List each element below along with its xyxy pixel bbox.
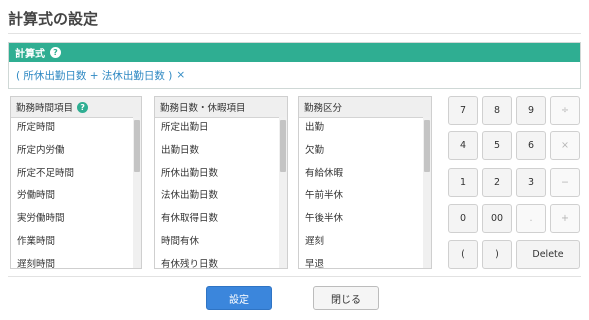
list-item[interactable]: 所休出勤日数: [155, 163, 279, 186]
close-button[interactable]: 閉じる: [313, 286, 379, 310]
list-item[interactable]: 欠勤: [299, 140, 423, 163]
key-divide[interactable]: ÷: [550, 96, 580, 125]
list-item[interactable]: 所定内労働: [11, 140, 133, 163]
scrollbar[interactable]: [423, 117, 431, 268]
list-item[interactable]: 法休出勤日数: [155, 185, 279, 208]
key-minus[interactable]: −: [550, 168, 580, 197]
divider: [8, 33, 581, 34]
formula-expression: ( 所休出勤日数 + 法休出勤日数 ): [16, 69, 173, 82]
formula-header-label: 計算式: [15, 49, 45, 60]
formula-header: 計算式 ?: [9, 43, 580, 62]
key-0[interactable]: 0: [448, 204, 478, 233]
work-category-list: 勤務区分 出勤 欠勤 有給休暇 午前半休 午後半休 遅刻 早退: [298, 96, 432, 269]
list-item[interactable]: 有休残り日数: [155, 254, 279, 268]
scrollbar-thumb[interactable]: [134, 120, 140, 172]
scrollbar-thumb[interactable]: [280, 120, 286, 172]
list-item[interactable]: 有休取得日数: [155, 208, 279, 231]
list-item[interactable]: 有給休暇: [299, 163, 423, 186]
key-7[interactable]: 7: [448, 96, 478, 125]
scrollbar-thumb[interactable]: [424, 120, 430, 172]
page-title: 計算式の設定: [8, 10, 99, 28]
key-00[interactable]: 00: [482, 204, 512, 233]
list-header: 勤務区分: [299, 97, 431, 118]
list-item[interactable]: 時間有休: [155, 231, 279, 254]
key-5[interactable]: 5: [482, 131, 512, 160]
list-item[interactable]: 出勤: [299, 117, 423, 140]
work-days-leave-items-list: 勤務日数・休暇項目 所定出勤日 出勤日数 所休出勤日数 法休出勤日数 有休取得日…: [154, 96, 288, 269]
key-right-paren[interactable]: ): [482, 240, 512, 269]
key-multiply[interactable]: ×: [550, 131, 580, 160]
list-header: 勤務時間項目 ?: [11, 97, 141, 118]
list-item[interactable]: 午前半休: [299, 185, 423, 208]
key-8[interactable]: 8: [482, 96, 512, 125]
list-header-label: 勤務区分: [304, 103, 343, 114]
list-item[interactable]: 労働時間: [11, 185, 133, 208]
key-9[interactable]: 9: [516, 96, 546, 125]
key-decimal[interactable]: .: [516, 204, 546, 233]
scrollbar[interactable]: [279, 117, 287, 268]
key-6[interactable]: 6: [516, 131, 546, 160]
scrollbar[interactable]: [133, 117, 141, 268]
delete-button[interactable]: Delete: [516, 240, 580, 269]
set-button[interactable]: 設定: [206, 286, 272, 310]
list-header-label: 勤務日数・休暇項目: [160, 103, 246, 114]
key-1[interactable]: 1: [448, 168, 478, 197]
list-item[interactable]: 遅刻: [299, 231, 423, 254]
list-item[interactable]: 遅刻時間: [11, 254, 133, 268]
list-item[interactable]: 早退: [299, 254, 423, 268]
list-item[interactable]: 作業時間: [11, 231, 133, 254]
clear-formula-icon[interactable]: ×: [176, 69, 185, 81]
list-item[interactable]: 所定出勤日: [155, 117, 279, 140]
list-item[interactable]: 実労働時間: [11, 208, 133, 231]
formula-panel: 計算式 ? ( 所休出勤日数 + 法休出勤日数 ) ×: [8, 42, 581, 89]
key-3[interactable]: 3: [516, 168, 546, 197]
list-item[interactable]: 所定時間: [11, 117, 133, 140]
list-item[interactable]: 出勤日数: [155, 140, 279, 163]
help-icon[interactable]: ?: [50, 47, 61, 58]
key-4[interactable]: 4: [448, 131, 478, 160]
help-icon[interactable]: ?: [77, 101, 89, 113]
list-header-label: 勤務時間項目: [16, 103, 74, 114]
divider: [8, 276, 581, 277]
formula-expression-area[interactable]: ( 所休出勤日数 + 法休出勤日数 ) ×: [9, 62, 580, 88]
key-2[interactable]: 2: [482, 168, 512, 197]
work-time-items-list: 勤務時間項目 ? 所定時間 所定内労働 所定不足時間 労働時間 実労働時間 作業…: [10, 96, 142, 269]
list-header: 勤務日数・休暇項目: [155, 97, 287, 118]
list-item[interactable]: 所定不足時間: [11, 163, 133, 186]
key-left-paren[interactable]: (: [448, 240, 478, 269]
list-item[interactable]: 午後半休: [299, 208, 423, 231]
key-plus[interactable]: +: [550, 204, 580, 233]
